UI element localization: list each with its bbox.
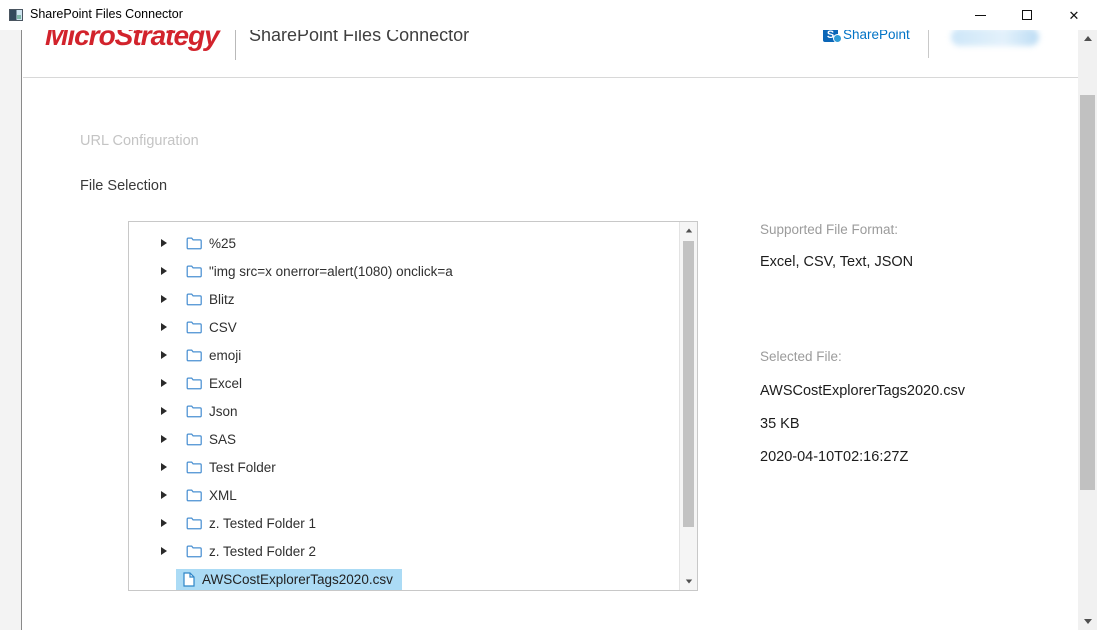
folder-label: CSV: [209, 320, 237, 335]
tree-scrollbar[interactable]: [679, 222, 697, 590]
expand-arrow-icon[interactable]: [161, 295, 167, 303]
tree-row-folder[interactable]: Json: [129, 397, 679, 425]
tree-row-folder[interactable]: "img src=x onerror=alert(1080) onclick=a: [129, 257, 679, 285]
selected-file-section-label: Selected File:: [760, 349, 842, 364]
window-title: SharePoint Files Connector: [30, 7, 183, 21]
folder-label: Test Folder: [209, 460, 276, 475]
folder-label: "img src=x onerror=alert(1080) onclick=a: [209, 264, 453, 279]
page-content: MicroStrategy SharePoint Files Connector…: [23, 30, 1078, 630]
expand-arrow-icon[interactable]: [161, 435, 167, 443]
folder-icon: [186, 460, 202, 474]
expand-arrow-icon[interactable]: [161, 463, 167, 471]
expand-arrow-icon[interactable]: [161, 519, 167, 527]
tree-scroll-down-icon[interactable]: [680, 573, 697, 590]
selected-file-name: AWSCostExplorerTags2020.csv: [760, 383, 965, 399]
close-button[interactable]: ✕: [1052, 0, 1096, 30]
minimize-icon: [975, 15, 986, 16]
minimize-button[interactable]: [958, 0, 1002, 30]
folder-icon: [186, 516, 202, 530]
expand-arrow-icon[interactable]: [161, 267, 167, 275]
tree-row-folder[interactable]: Excel: [129, 369, 679, 397]
header-divider: [23, 77, 1078, 78]
folder-label: XML: [209, 488, 237, 503]
microstrategy-logo: MicroStrategy: [45, 30, 219, 52]
window-scrollbar[interactable]: [1078, 30, 1097, 630]
folder-icon: [186, 404, 202, 418]
supported-format-label: Supported File Format:: [760, 222, 898, 237]
tree-folder-list: %25 "img src=x onerror=alert(1080) oncli…: [129, 222, 679, 590]
tree-row-folder[interactable]: XML: [129, 481, 679, 509]
expand-arrow-icon[interactable]: [161, 351, 167, 359]
app-header-title: SharePoint Files Connector: [249, 30, 469, 46]
folder-icon: [186, 236, 202, 250]
folder-icon: [186, 376, 202, 390]
step-url-configuration: URL Configuration: [80, 133, 199, 149]
left-edge-strip: [0, 30, 22, 630]
expand-arrow-icon[interactable]: [161, 547, 167, 555]
folder-label: Json: [209, 404, 238, 419]
sharepoint-label: SharePoint: [843, 30, 910, 42]
folder-label: Blitz: [209, 292, 235, 307]
folder-label: z. Tested Folder 1: [209, 516, 316, 531]
selected-file-label: AWSCostExplorerTags2020.csv: [202, 572, 393, 587]
redacted-username: [951, 30, 1039, 46]
window-scroll-down-icon[interactable]: [1078, 613, 1097, 630]
sharepoint-icon: S: [823, 30, 838, 42]
tree-row-folder[interactable]: Blitz: [129, 285, 679, 313]
file-icon: [183, 572, 195, 587]
supported-formats-value: Excel, CSV, Text, JSON: [760, 254, 913, 270]
file-tree-panel: %25 "img src=x onerror=alert(1080) oncli…: [128, 221, 698, 591]
tree-row-folder[interactable]: z. Tested Folder 2: [129, 537, 679, 565]
folder-icon: [186, 348, 202, 362]
title-bar[interactable]: SharePoint Files Connector ✕: [0, 0, 1097, 30]
tree-row-folder[interactable]: SAS: [129, 425, 679, 453]
selected-file-size: 35 KB: [760, 416, 800, 432]
expand-arrow-icon[interactable]: [161, 407, 167, 415]
folder-icon: [186, 292, 202, 306]
selected-file-highlight[interactable]: AWSCostExplorerTags2020.csv: [176, 569, 402, 590]
expand-arrow-icon[interactable]: [161, 239, 167, 247]
tree-row-selected-file[interactable]: AWSCostExplorerTags2020.csv: [129, 565, 679, 590]
folder-label: Excel: [209, 376, 242, 391]
folder-icon: [186, 544, 202, 558]
window-scroll-up-icon[interactable]: [1078, 30, 1097, 47]
close-icon: ✕: [1069, 9, 1080, 22]
tree-row-folder[interactable]: emoji: [129, 341, 679, 369]
expand-arrow-icon[interactable]: [161, 491, 167, 499]
maximize-button[interactable]: [1005, 0, 1049, 30]
tree-row-folder[interactable]: z. Tested Folder 1: [129, 509, 679, 537]
maximize-icon: [1022, 10, 1032, 20]
folder-icon: [186, 488, 202, 502]
app-icon: [9, 9, 23, 21]
folder-icon: [186, 432, 202, 446]
expand-arrow-icon[interactable]: [161, 379, 167, 387]
expand-arrow-icon[interactable]: [161, 323, 167, 331]
app-window: SharePoint Files Connector ✕ MicroStrate…: [0, 0, 1097, 630]
folder-label: emoji: [209, 348, 241, 363]
folder-label: %25: [209, 236, 236, 251]
folder-icon: [186, 264, 202, 278]
tree-row-folder[interactable]: Test Folder: [129, 453, 679, 481]
tree-scrollbar-thumb[interactable]: [683, 241, 694, 527]
tree-row-folder[interactable]: %25: [129, 229, 679, 257]
tree-scroll-up-icon[interactable]: [680, 222, 697, 239]
step-file-selection: File Selection: [80, 178, 167, 194]
header-divider-vertical: [235, 30, 236, 60]
header-divider-vertical-2: [928, 30, 929, 58]
folder-label: z. Tested Folder 2: [209, 544, 316, 559]
sharepoint-brand: S SharePoint: [823, 30, 910, 42]
window-scrollbar-thumb[interactable]: [1080, 95, 1095, 490]
folder-label: SAS: [209, 432, 236, 447]
folder-icon: [186, 320, 202, 334]
tree-row-folder[interactable]: CSV: [129, 313, 679, 341]
selected-file-date: 2020-04-10T02:16:27Z: [760, 449, 908, 465]
